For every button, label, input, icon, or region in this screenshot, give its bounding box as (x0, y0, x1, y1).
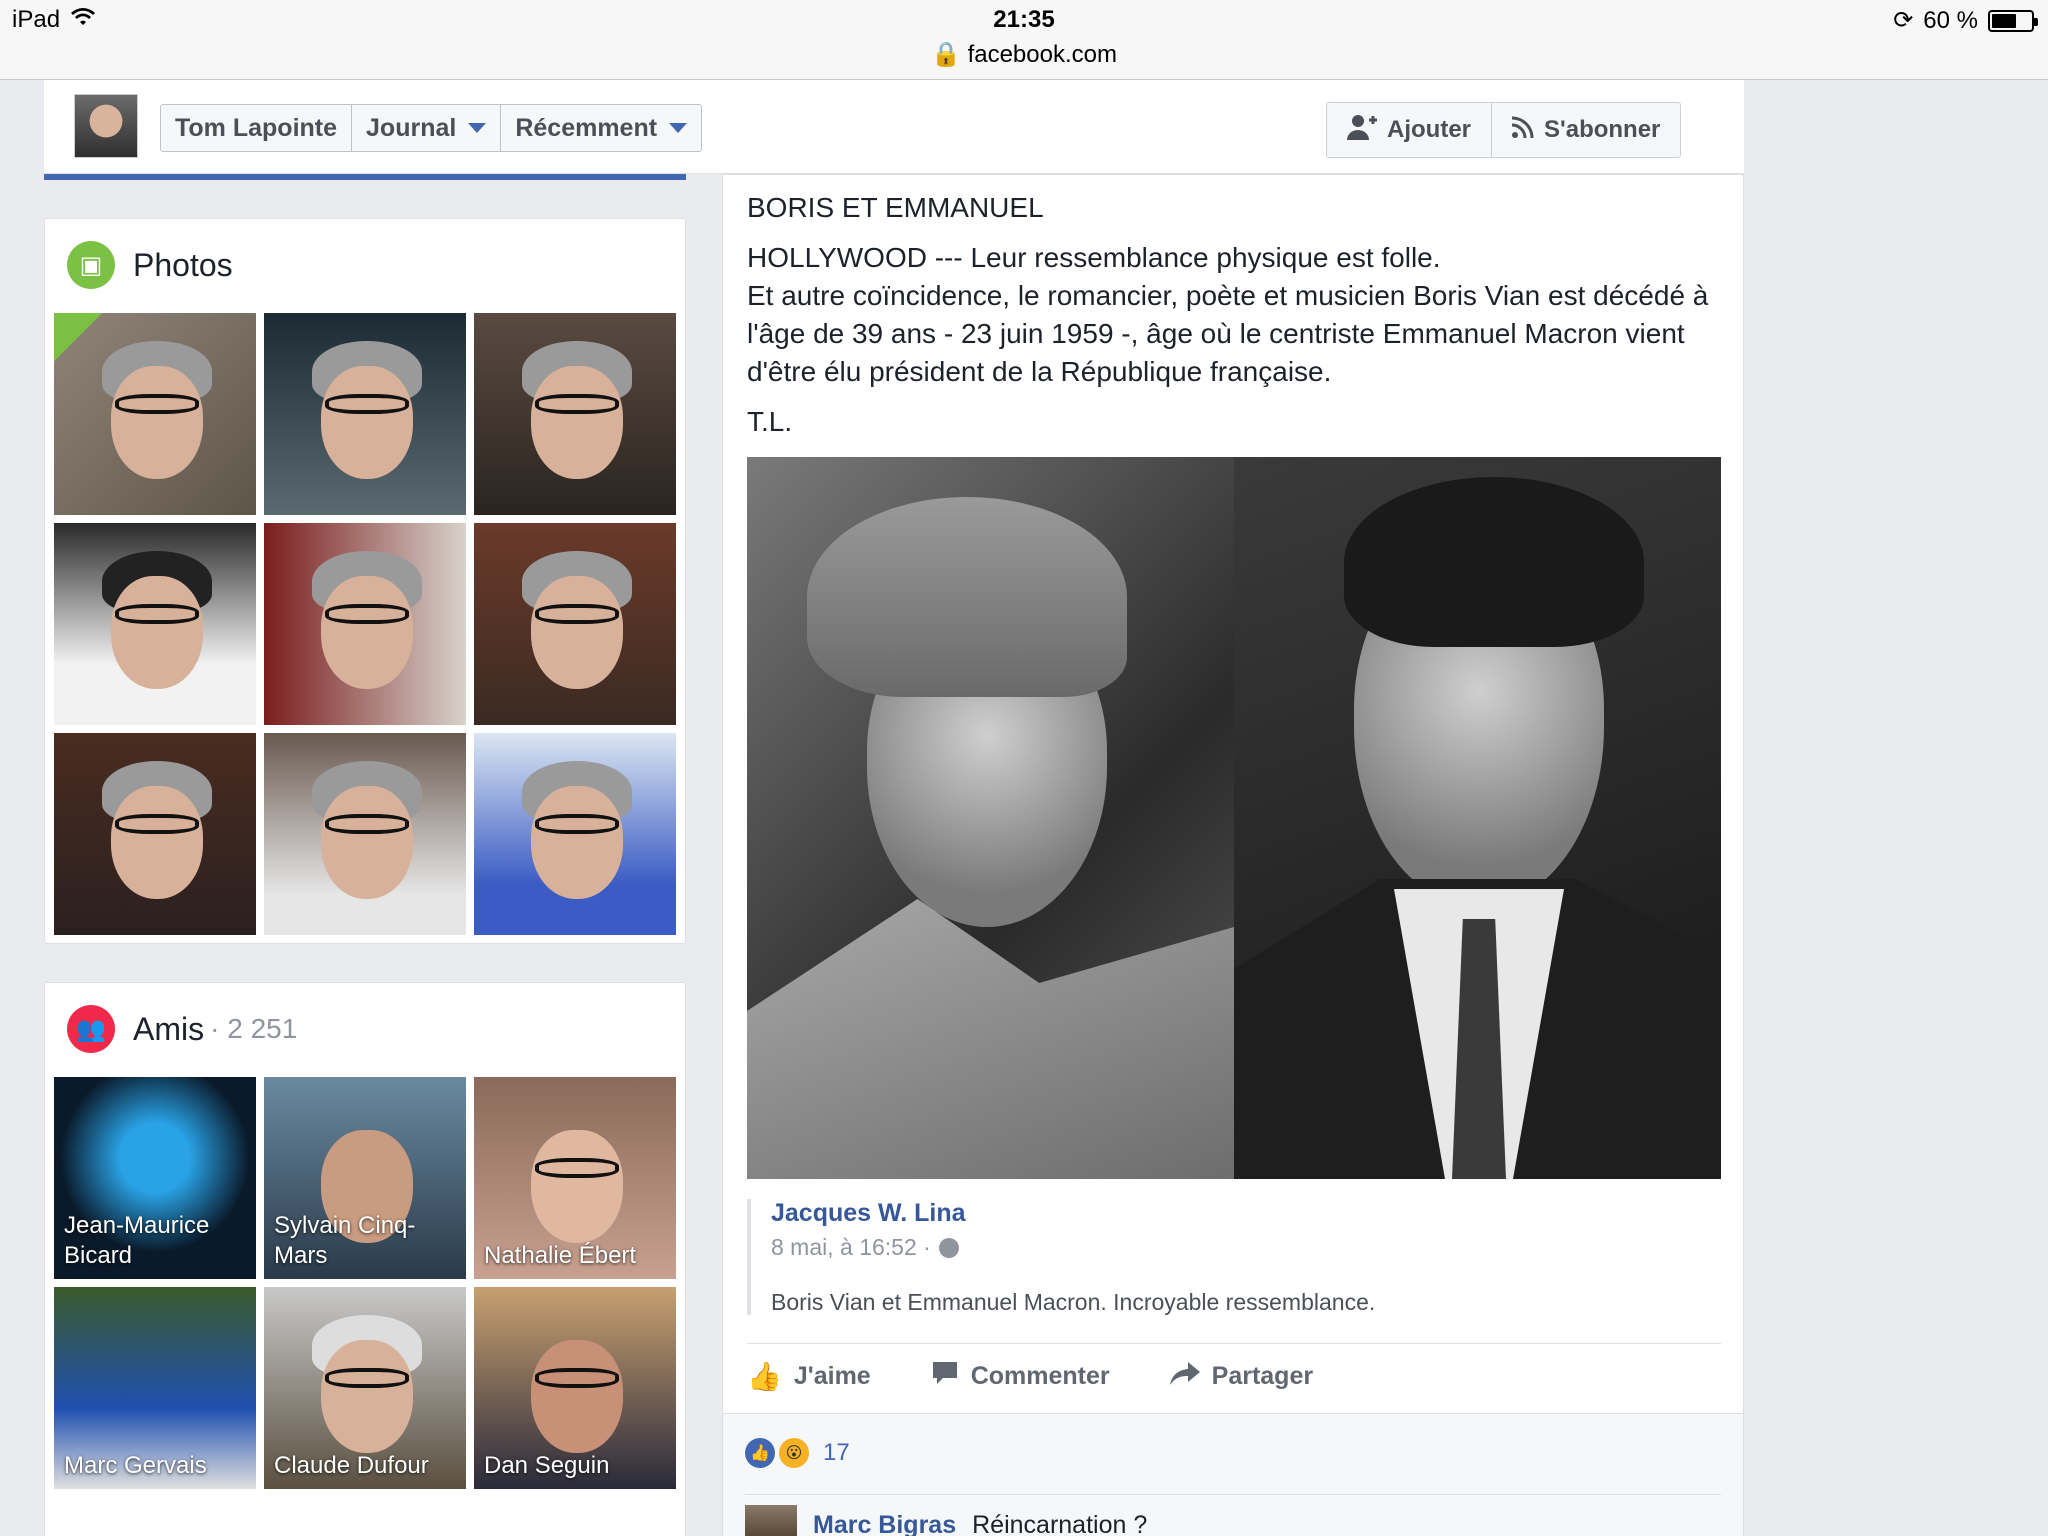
like-button[interactable]: 👍 J'aime (747, 1360, 871, 1393)
friend-tile[interactable]: Nathalie Ébert (474, 1077, 676, 1279)
comment-button[interactable]: Commenter (931, 1360, 1110, 1393)
photo-thumbnail[interactable] (474, 733, 676, 935)
friend-tile[interactable]: Marc Gervais (54, 1287, 256, 1489)
post-actions: 👍 J'aime Commenter Partager (747, 1343, 1721, 1409)
intro-card-bottom (44, 174, 686, 180)
profile-name-label: Tom Lapointe (175, 113, 338, 142)
share-button[interactable]: Partager (1169, 1361, 1314, 1393)
url-bar[interactable]: 🔒 facebook.com (0, 40, 2048, 69)
post-text: BORIS ET EMMANUEL HOLLYWOOD --- Leur res… (747, 189, 1737, 453)
recent-dropdown[interactable]: Récemment (501, 105, 701, 151)
share-arrow-icon (1169, 1361, 1200, 1393)
post-heading: BORIS ET EMMANUEL (747, 192, 1044, 223)
friend-name: Jean-Maurice Bicard (64, 1212, 210, 1269)
profile-topbar: Tom Lapointe Journal Récemment Ajouter S… (44, 80, 1744, 174)
friend-tile[interactable]: Jean-Maurice Bicard (54, 1077, 256, 1279)
rss-icon (1511, 116, 1534, 145)
share-label: Partager (1211, 1362, 1314, 1390)
timeline-post: BORIS ET EMMANUEL HOLLYWOOD --- Leur res… (722, 174, 1744, 1536)
wow-reaction-icon: 😮 (779, 1438, 809, 1468)
photos-title: Photos (133, 246, 233, 283)
friends-icon: 👥 (67, 1005, 115, 1053)
comment-label: Commenter (970, 1362, 1110, 1390)
comment-icon (931, 1360, 959, 1393)
friend-name: Marc Gervais (64, 1452, 207, 1479)
like-reaction-icon: 👍 (745, 1438, 775, 1468)
friend-name: Nathalie Ébert (484, 1242, 637, 1269)
comment-text: Réincarnation ? (972, 1510, 1148, 1536)
photo-thumbnail[interactable] (474, 313, 676, 515)
shared-date[interactable]: 8 mai, à 16:52 · (771, 1234, 931, 1261)
add-friend-button[interactable]: Ajouter (1327, 103, 1492, 157)
post-photo[interactable] (747, 457, 1721, 1179)
friends-grid: Jean-Maurice Bicard Sylvain Cinq-Mars Na… (54, 1077, 676, 1489)
friends-title: Amis (133, 1010, 205, 1047)
battery-percent: 60 % (1923, 6, 1978, 34)
subscribe-label: S'abonner (1544, 116, 1661, 143)
friend-tile[interactable]: Claude Dufour (264, 1287, 466, 1489)
globe-icon (938, 1237, 959, 1258)
clock: 21:35 (993, 6, 1055, 33)
chevron-down-icon (669, 123, 688, 133)
shared-meta: 8 mai, à 16:52 · (771, 1234, 1721, 1261)
photo-thumbnail[interactable] (54, 523, 256, 725)
journal-label: Journal (366, 113, 457, 142)
comment-item: Marc Bigras Réincarnation ? (745, 1494, 1721, 1536)
commenter-name[interactable]: Marc Bigras (813, 1511, 956, 1536)
photo-thumbnail[interactable] (54, 733, 256, 935)
status-right: ⟳ 60 % (1893, 6, 2038, 35)
profile-nav: Tom Lapointe Journal Récemment (160, 104, 703, 152)
profile-avatar[interactable] (74, 94, 138, 158)
friend-name: Sylvain Cinq-Mars (274, 1212, 416, 1269)
photos-grid (54, 313, 676, 935)
photos-header[interactable]: ▣ Photos (67, 241, 233, 289)
add-friend-label: Ajouter (1387, 116, 1471, 143)
like-label: J'aime (793, 1362, 871, 1390)
friend-name: Dan Seguin (484, 1452, 610, 1479)
thumbs-up-icon: 👍 (747, 1361, 782, 1392)
journal-dropdown[interactable]: Journal (352, 105, 502, 151)
add-friend-icon (1347, 114, 1377, 147)
photo-thumbnail[interactable] (474, 523, 676, 725)
photo-left-portrait (747, 457, 1234, 1179)
friends-header[interactable]: 👥 Amis · 2 251 (67, 1005, 297, 1053)
shared-attribution: Jacques W. Lina 8 mai, à 16:52 · Boris V… (747, 1199, 1721, 1315)
commenter-avatar[interactable] (745, 1505, 797, 1536)
post-body-line2: Et autre coïncidence, le romancier, poèt… (747, 280, 1709, 387)
battery-icon (1988, 9, 2038, 32)
reaction-summary[interactable]: 👍 😮 17 (745, 1438, 850, 1468)
reactions-section: 👍 😮 17 Marc Bigras Réincarnation ? (723, 1413, 1743, 1536)
profile-name-button[interactable]: Tom Lapointe (161, 105, 353, 151)
profile-actions: Ajouter S'abonner (1326, 102, 1682, 158)
subscribe-button[interactable]: S'abonner (1492, 103, 1680, 157)
photo-thumbnail[interactable] (264, 733, 466, 935)
photos-card: ▣ Photos (44, 218, 686, 944)
photo-thumbnail[interactable] (264, 313, 466, 515)
photo-right-portrait (1234, 457, 1721, 1179)
friend-name: Claude Dufour (274, 1452, 429, 1479)
post-signature: T.L. (747, 406, 793, 437)
photo-thumbnail[interactable] (264, 523, 466, 725)
shared-caption: Boris Vian et Emmanuel Macron. Incroyabl… (771, 1289, 1376, 1315)
orientation-lock-icon: ⟳ (1893, 7, 1914, 34)
url-text: facebook.com (967, 41, 1117, 68)
shared-author-link[interactable]: Jacques W. Lina (771, 1199, 1721, 1228)
lock-icon: 🔒 (931, 41, 961, 68)
status-bar: iPad 21:35 🔒 facebook.com ⟳ 60 % (0, 0, 2048, 80)
recent-label: Récemment (515, 113, 658, 142)
photos-icon: ▣ (67, 241, 115, 289)
friends-card: 👥 Amis · 2 251 Jean-Maurice Bicard Sylva… (44, 982, 686, 1536)
facebook-page: Tom Lapointe Journal Récemment Ajouter S… (0, 80, 1744, 1536)
friend-tile[interactable]: Dan Seguin (474, 1287, 676, 1489)
post-body-line1: HOLLYWOOD --- Leur ressemblance physique… (747, 242, 1441, 273)
friend-tile[interactable]: Sylvain Cinq-Mars (264, 1077, 466, 1279)
photo-thumbnail[interactable] (54, 313, 256, 515)
chevron-down-icon (468, 123, 487, 133)
reaction-count: 17 (823, 1439, 850, 1466)
friends-count: · 2 251 (210, 1013, 298, 1044)
